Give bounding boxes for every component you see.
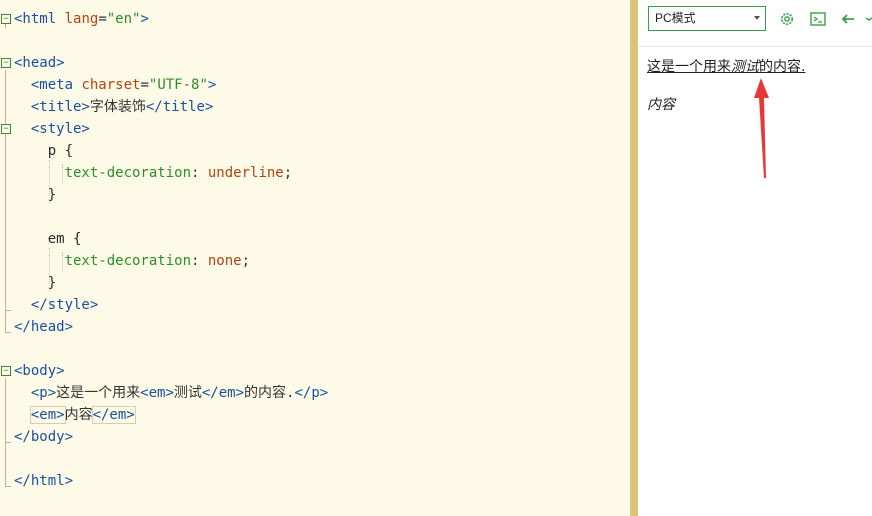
code-token: "en" bbox=[106, 11, 141, 27]
code-token: <style> bbox=[30, 121, 90, 137]
rendered-paragraph: 这是一个用来测试的内容. bbox=[647, 56, 805, 76]
fold-guide bbox=[5, 378, 6, 442]
paragraph-text-end: 的内容. bbox=[759, 59, 806, 75]
code-text: <html lang="en"> bbox=[14, 8, 149, 30]
preview-pane: PC模式 这是一个用来测试的内容. 内容 bbox=[638, 0, 872, 516]
code-token: </head> bbox=[14, 319, 74, 335]
preview-toolbar: PC模式 bbox=[638, 0, 872, 47]
mode-select-value: PC模式 bbox=[655, 11, 696, 25]
code-text: } bbox=[14, 272, 56, 294]
fold-toggle-icon[interactable]: − bbox=[1, 124, 11, 134]
back-arrow-icon[interactable] bbox=[839, 10, 857, 28]
code-token: <em> bbox=[29, 406, 66, 424]
code-token: text-decoration bbox=[64, 253, 192, 269]
code-text: <head> bbox=[14, 52, 65, 74]
code-token: </body> bbox=[14, 429, 74, 445]
code-token: </style> bbox=[30, 297, 99, 313]
code-token: } bbox=[47, 187, 57, 203]
code-token: : bbox=[191, 253, 208, 269]
mode-select[interactable]: PC模式 bbox=[648, 6, 766, 31]
code-token: = bbox=[98, 11, 107, 27]
code-token: 字体装饰 bbox=[89, 99, 146, 115]
fold-toggle-icon[interactable]: − bbox=[1, 14, 11, 24]
annotation-arrow-icon bbox=[754, 78, 769, 178]
code-text: <title>字体装饰</title> bbox=[14, 96, 213, 118]
fold-guide bbox=[5, 442, 6, 486]
code-token: charset bbox=[73, 77, 141, 93]
code-token: </em> bbox=[91, 406, 136, 424]
code-token: 这是一个用来 bbox=[56, 385, 141, 401]
code-text: text-decoration: underline; bbox=[14, 162, 293, 184]
fold-toggle-icon[interactable]: − bbox=[1, 58, 11, 68]
code-token: <html bbox=[14, 11, 57, 27]
paragraph-text-start: 这是一个用来 bbox=[647, 59, 731, 75]
fold-guide bbox=[5, 136, 6, 310]
code-token: <p> bbox=[30, 385, 57, 401]
code-token: <body> bbox=[14, 363, 65, 379]
code-token: <em> bbox=[140, 385, 174, 401]
code-text: <body> bbox=[14, 360, 65, 382]
code-text: <em>内容</em> bbox=[14, 404, 136, 426]
pane-splitter[interactable] bbox=[630, 0, 638, 516]
code-editor[interactable]: − <html lang="en"> − <head> <meta charset="… bbox=[0, 0, 630, 516]
code-token: > bbox=[140, 11, 149, 27]
code-token: = bbox=[140, 77, 149, 93]
code-text: </html> bbox=[14, 470, 73, 492]
code-token: : bbox=[191, 165, 208, 181]
code-token: ; bbox=[283, 165, 293, 181]
code-text: </style> bbox=[14, 294, 98, 316]
code-token: none bbox=[207, 253, 242, 269]
code-token: 测试 bbox=[173, 385, 202, 401]
code-text: } bbox=[14, 184, 56, 206]
chevron-down-icon bbox=[754, 16, 760, 20]
code-text: text-decoration: none; bbox=[14, 250, 250, 272]
terminal-icon[interactable] bbox=[809, 10, 827, 28]
rendered-emphasis: 内容 bbox=[647, 97, 675, 113]
code-token: <title> bbox=[30, 99, 90, 115]
code-token: </title> bbox=[145, 99, 214, 115]
code-token: 的内容. bbox=[244, 385, 295, 401]
code-text: <p>这是一个用来<em>测试</em>的内容.</p> bbox=[14, 382, 328, 404]
code-token: <head> bbox=[14, 55, 65, 71]
code-token: lang bbox=[56, 11, 99, 27]
code-text: p { bbox=[14, 140, 73, 162]
code-text: <meta charset="UTF-8"> bbox=[14, 74, 216, 96]
settings-gear-icon[interactable] bbox=[778, 10, 796, 28]
code-token: </html> bbox=[14, 473, 74, 489]
fold-guide-end bbox=[5, 486, 11, 487]
paragraph-emphasis: 测试 bbox=[731, 59, 759, 75]
code-token: <meta bbox=[30, 77, 74, 93]
code-token: text-decoration bbox=[64, 165, 192, 181]
code-text: <style> bbox=[14, 118, 90, 140]
code-token: </em> bbox=[201, 385, 245, 401]
code-text: em { bbox=[14, 228, 82, 250]
fold-guide-end bbox=[5, 310, 11, 311]
code-token: </p> bbox=[294, 385, 329, 401]
code-token: "UTF-8" bbox=[148, 77, 208, 93]
code-token: p { bbox=[47, 143, 74, 159]
code-token: underline bbox=[207, 165, 284, 181]
more-icon[interactable] bbox=[864, 10, 872, 28]
code-token: em { bbox=[47, 231, 82, 247]
code-text: </head> bbox=[14, 316, 73, 338]
fold-guide-end bbox=[5, 332, 11, 333]
fold-toggle-icon[interactable]: − bbox=[1, 366, 11, 376]
code-text: </body> bbox=[14, 426, 73, 448]
code-token: > bbox=[207, 77, 217, 93]
code-token: } bbox=[47, 275, 57, 291]
code-token: 内容 bbox=[64, 407, 93, 423]
code-token: ; bbox=[241, 253, 251, 269]
